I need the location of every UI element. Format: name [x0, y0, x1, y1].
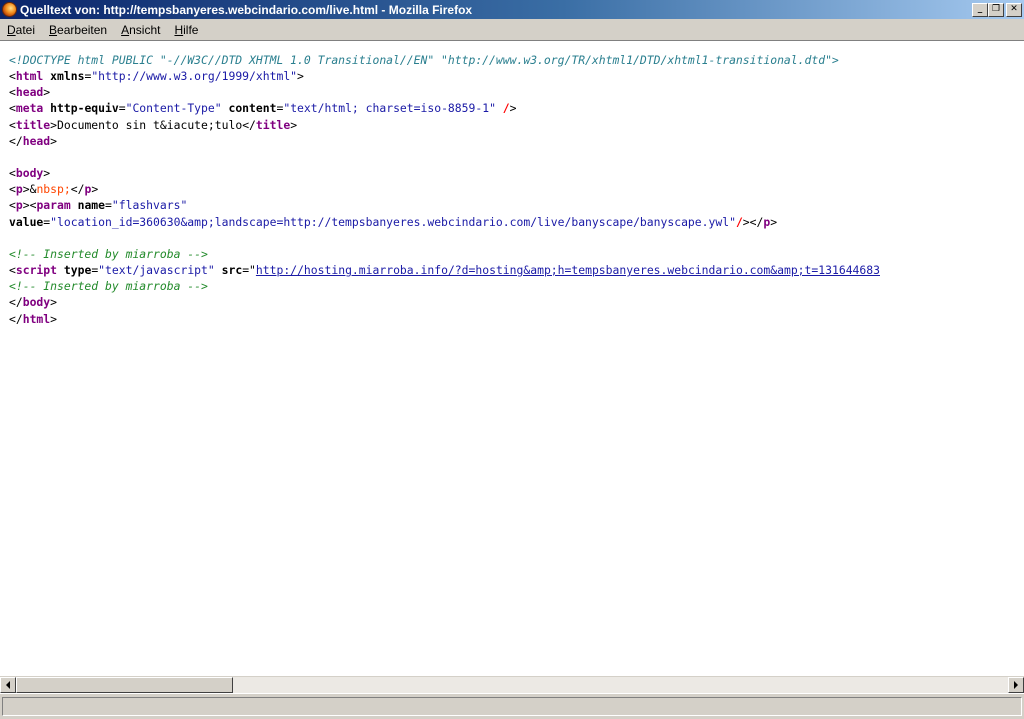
tag-p-close: p: [763, 214, 771, 229]
attr-value: value: [9, 214, 44, 229]
val-name: "flashvars": [111, 198, 188, 213]
val-value: "location_id=360630&amp;landscape=http:/…: [50, 214, 736, 229]
val-http-equiv: "Content-Type": [125, 101, 222, 116]
tag-html-close: html: [22, 311, 51, 326]
window-controls: _ ❐ ✕: [972, 2, 1022, 17]
minimize-button[interactable]: _: [972, 2, 988, 17]
tag-head: head: [15, 85, 44, 100]
comment-line: <!-- Inserted by miarroba -->: [9, 246, 208, 261]
tag-p: p: [15, 182, 23, 197]
title-bar: Quelltext von: http://tempsbanyeres.webc…: [0, 0, 1024, 19]
val-type: "text/javascript": [98, 263, 215, 278]
status-bar: [0, 693, 1024, 719]
tag-script: script: [15, 263, 58, 278]
tag-title-close: title: [255, 117, 291, 132]
title-text: Documento sin t&iacute;tulo: [57, 117, 243, 132]
scroll-right-button[interactable]: [1008, 677, 1024, 693]
val-xmlns: "http://www.w3.org/1999/xhtml": [91, 69, 298, 84]
tag-body: body: [15, 166, 44, 181]
arrow-left-icon: [6, 681, 10, 689]
attr-http-equiv: http-equiv: [50, 101, 119, 116]
source-code: <!DOCTYPE html PUBLIC "-//W3C//DTD XHTML…: [9, 53, 880, 326]
attr-content: content: [228, 101, 277, 116]
val-content: "text/html; charset=iso-8859-1": [283, 101, 496, 116]
arrow-right-icon: [1014, 681, 1018, 689]
tag-param: param: [36, 198, 71, 213]
attr-src: src: [221, 263, 243, 278]
script-src-link[interactable]: http://hosting.miarroba.info/?d=hosting&…: [256, 263, 880, 277]
scrollbar-thumb[interactable]: [16, 677, 233, 693]
tag-head-close: head: [22, 133, 51, 148]
tag-body-close: body: [22, 295, 51, 310]
window-title: Quelltext von: http://tempsbanyeres.webc…: [20, 2, 473, 17]
status-panel: [2, 697, 1022, 716]
menu-bearbeiten[interactable]: Bearbeiten: [42, 19, 114, 41]
menu-datei[interactable]: Datei: [0, 19, 42, 41]
attr-name: name: [77, 198, 106, 213]
tag-p-close: p: [84, 182, 92, 197]
attr-xmlns: xmlns: [50, 69, 85, 84]
tag-html: html: [15, 69, 44, 84]
doctype-line: <!DOCTYPE html PUBLIC "-//W3C//DTD XHTML…: [9, 53, 839, 67]
firefox-icon: [2, 2, 17, 17]
entity-nbsp: nbsp;: [36, 182, 71, 197]
menu-bar: Datei Bearbeiten Ansicht Hilfe: [0, 19, 1024, 41]
scroll-left-button[interactable]: [0, 677, 16, 693]
tag-title: title: [15, 117, 51, 132]
close-button[interactable]: ✕: [1006, 2, 1022, 17]
menu-ansicht[interactable]: Ansicht: [114, 19, 167, 41]
attr-type: type: [63, 263, 92, 278]
tag-meta: meta: [15, 101, 44, 116]
comment-line: <!-- Inserted by miarroba -->: [9, 279, 208, 294]
source-view[interactable]: <!DOCTYPE html PUBLIC "-//W3C//DTD XHTML…: [0, 42, 1024, 676]
tag-p: p: [15, 198, 23, 213]
horizontal-scrollbar[interactable]: [0, 676, 1024, 693]
menu-hilfe[interactable]: Hilfe: [167, 19, 205, 41]
maximize-button[interactable]: ❐: [988, 2, 1004, 17]
